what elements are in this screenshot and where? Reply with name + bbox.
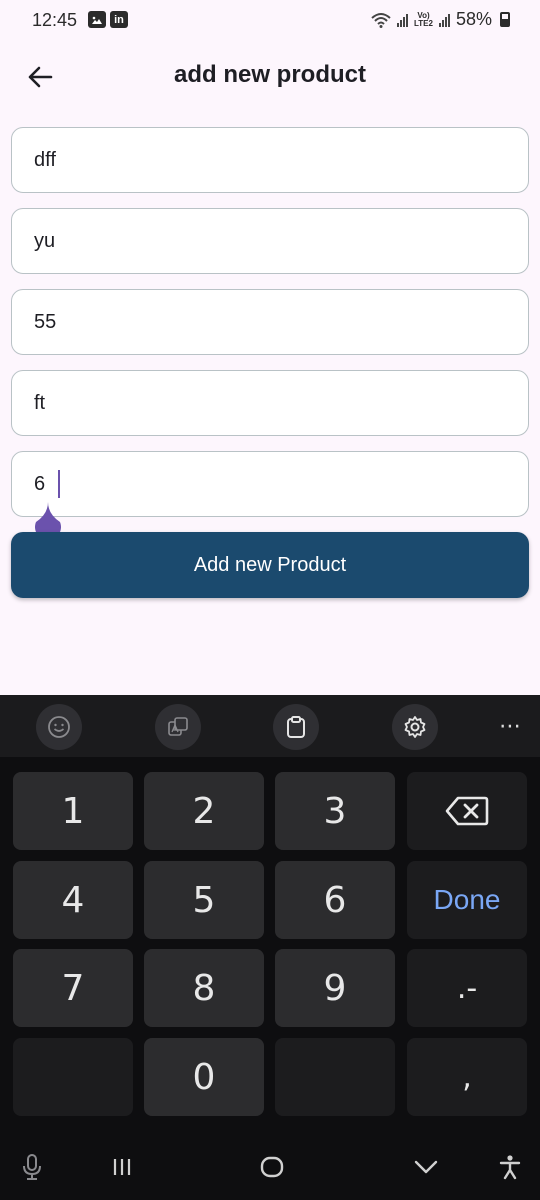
product-input-5[interactable] <box>12 452 528 516</box>
product-field-3[interactable] <box>11 289 529 355</box>
blank-key-right <box>275 1038 395 1116</box>
recent-apps-button[interactable] <box>102 1149 142 1185</box>
clipboard-icon <box>287 716 305 738</box>
key-0[interactable]: 0 <box>144 1038 264 1116</box>
product-input-4[interactable] <box>12 371 528 435</box>
product-input-1[interactable] <box>12 128 528 192</box>
add-product-button[interactable]: Add new Product <box>11 532 529 598</box>
wifi-icon <box>371 12 391 28</box>
status-bar: 12:45 in Vo) LTE2 58% <box>0 0 540 40</box>
hide-keyboard-button[interactable] <box>406 1149 446 1185</box>
volte-icon: Vo) LTE2 <box>414 10 433 28</box>
gallery-notification-icon <box>88 11 106 28</box>
page-title: add new product <box>174 61 366 88</box>
backspace-key[interactable] <box>407 772 527 850</box>
accessibility-button[interactable] <box>490 1149 530 1185</box>
recent-apps-icon <box>113 1159 131 1175</box>
key-4[interactable]: 4 <box>13 861 133 939</box>
linkedin-notification-icon: in <box>110 11 128 28</box>
key-5[interactable]: 5 <box>144 861 264 939</box>
system-nav-bar <box>0 1135 540 1200</box>
product-field-1[interactable] <box>11 127 529 193</box>
keyboard-toolbar: ⋯ <box>0 695 540 757</box>
dot-dash-key[interactable]: .- <box>407 949 527 1027</box>
microphone-icon <box>23 1154 41 1180</box>
key-7[interactable]: 7 <box>13 949 133 1027</box>
accessibility-icon <box>499 1155 521 1180</box>
key-9[interactable]: 9 <box>275 949 395 1027</box>
clipboard-button[interactable] <box>273 704 319 750</box>
product-input-3[interactable] <box>12 290 528 354</box>
signal-icon-2 <box>438 13 450 27</box>
more-options-icon[interactable]: ⋯ <box>499 713 522 739</box>
product-field-2[interactable] <box>11 208 529 274</box>
status-right: Vo) LTE2 58% <box>371 9 510 30</box>
product-field-4[interactable] <box>11 370 529 436</box>
emoji-button[interactable] <box>36 704 82 750</box>
battery-icon <box>500 12 510 27</box>
home-button[interactable] <box>252 1149 292 1185</box>
numeric-keyboard: ⋯ 1 2 3 4 5 6 Done 7 8 9 .- 0 , <box>0 695 540 1200</box>
battery-percent: 58% <box>455 9 492 29</box>
translate-icon <box>168 717 188 736</box>
comma-key[interactable]: , <box>407 1038 527 1116</box>
text-cursor <box>58 470 60 498</box>
key-6[interactable]: 6 <box>275 861 395 939</box>
notification-icons: in <box>88 11 128 28</box>
key-1[interactable]: 1 <box>13 772 133 850</box>
home-icon <box>260 1156 284 1178</box>
key-2[interactable]: 2 <box>144 772 264 850</box>
blank-key-left <box>13 1038 133 1116</box>
network-label: LTE2 <box>414 18 433 28</box>
app-bar: add new product <box>0 45 540 107</box>
translate-button[interactable] <box>155 704 201 750</box>
backspace-icon <box>445 796 489 826</box>
key-8[interactable]: 8 <box>144 949 264 1027</box>
emoji-icon <box>48 716 70 738</box>
status-time: 12:45 <box>32 10 78 30</box>
done-key[interactable]: Done <box>407 861 527 939</box>
product-input-2[interactable] <box>12 209 528 273</box>
voice-input-button[interactable] <box>14 1149 50 1185</box>
signal-icon <box>397 13 408 27</box>
key-3[interactable]: 3 <box>275 772 395 850</box>
chevron-down-icon <box>414 1160 438 1174</box>
gear-icon <box>404 716 426 738</box>
product-field-5[interactable] <box>11 451 529 517</box>
settings-button[interactable] <box>392 704 438 750</box>
